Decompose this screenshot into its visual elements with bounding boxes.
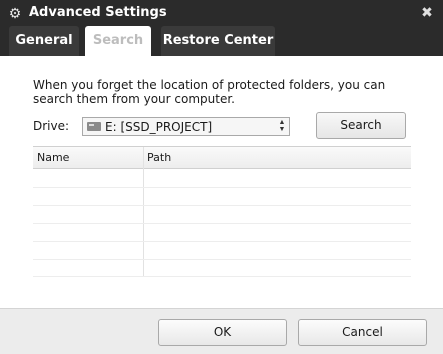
close-button[interactable]: ✖: [419, 4, 435, 20]
column-header-path[interactable]: Path: [147, 151, 171, 164]
gear-icon: ⚙: [8, 5, 22, 21]
hard-drive-icon: [87, 122, 101, 131]
row-divider: [33, 259, 411, 260]
column-divider[interactable]: [143, 147, 144, 277]
dialog-footer: OK Cancel: [0, 308, 443, 354]
search-button[interactable]: Search: [316, 112, 406, 139]
row-divider: [33, 241, 411, 242]
tab-general[interactable]: General: [9, 26, 79, 56]
row-divider: [33, 276, 411, 277]
row-divider: [33, 223, 411, 224]
drive-select[interactable]: E: [SSD_PROJECT] ▲ ▼: [82, 117, 290, 136]
tab-search[interactable]: Search: [85, 26, 151, 56]
search-panel: When you forget the location of protecte…: [0, 56, 443, 308]
tab-restore-center[interactable]: Restore Center: [161, 26, 275, 56]
drive-label: Drive:: [33, 119, 70, 133]
table-header: Name Path: [33, 147, 411, 169]
column-header-name[interactable]: Name: [37, 151, 69, 164]
ok-button[interactable]: OK: [158, 319, 287, 346]
cancel-button[interactable]: Cancel: [298, 319, 427, 346]
tab-strip: General Search Restore Center: [0, 24, 443, 56]
drive-select-value: E: [SSD_PROJECT]: [105, 120, 213, 134]
results-table[interactable]: Name Path: [33, 146, 411, 277]
row-divider: [33, 205, 411, 206]
spinner-arrows-icon[interactable]: ▲ ▼: [276, 119, 288, 134]
window-title: Advanced Settings: [29, 5, 167, 20]
search-description: When you forget the location of protecte…: [33, 78, 386, 106]
row-divider: [33, 187, 411, 188]
